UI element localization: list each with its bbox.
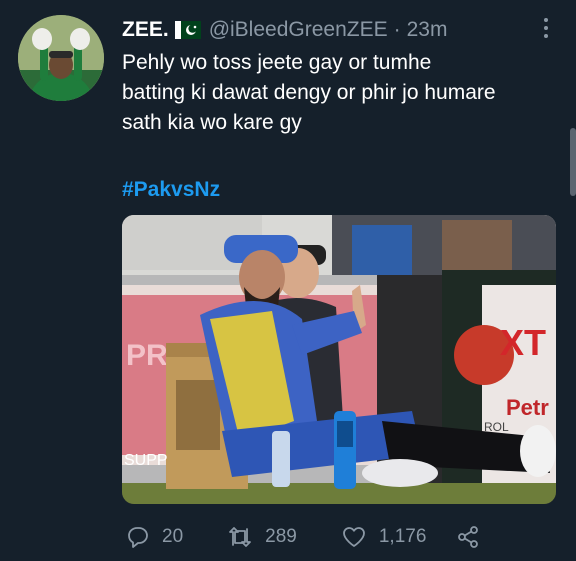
like-button[interactable]: 1,176 xyxy=(341,525,427,549)
share-icon xyxy=(458,526,479,548)
tweet-text-line: batting ki dawat dengy or phir jo humare xyxy=(122,81,496,104)
tweet-text-line: sath kia wo kare gy xyxy=(122,111,302,134)
scrollbar-thumb[interactable] xyxy=(570,128,576,196)
photo-cricketers: PREM XT Petr ROL SUPP xyxy=(122,215,556,504)
avatar-image xyxy=(18,15,104,101)
hashtag-link[interactable]: #PakvsNz xyxy=(122,178,220,202)
tweet-text-line: Pehly wo toss jeete gay or tumhe xyxy=(122,51,432,74)
display-name[interactable]: ZEE. xyxy=(122,18,169,42)
avatar[interactable] xyxy=(18,15,104,101)
reply-button[interactable]: 20 xyxy=(126,525,183,549)
like-icon xyxy=(342,527,365,547)
tweet-actions: 20 289 1,176 xyxy=(122,522,480,552)
user-handle[interactable]: @iBleedGreenZEE xyxy=(209,18,388,42)
share-button[interactable] xyxy=(456,525,480,549)
reply-count: 20 xyxy=(162,526,184,547)
tweet-header: ZEE. @iBleedGreenZEE · 23m xyxy=(122,16,447,44)
reply-icon xyxy=(128,527,148,548)
like-count: 1,176 xyxy=(378,526,427,547)
more-options-icon[interactable] xyxy=(536,14,556,42)
retweet-count: 289 xyxy=(265,526,297,547)
bag-label: SUPP xyxy=(124,452,168,469)
retweet-button[interactable]: 289 xyxy=(227,525,297,549)
board-right-text-2: Petr xyxy=(506,395,549,420)
timestamp[interactable]: 23m xyxy=(407,18,448,42)
tweet-text: Pehly wo toss jeete gay or tumhe batting… xyxy=(122,48,542,138)
board-right-text-1: XT xyxy=(500,322,546,363)
pakistan-flag-icon xyxy=(174,21,201,39)
retweet-icon xyxy=(229,527,252,547)
separator-dot: · xyxy=(393,18,401,41)
tweet-photo[interactable]: PREM XT Petr ROL SUPP xyxy=(122,215,556,504)
